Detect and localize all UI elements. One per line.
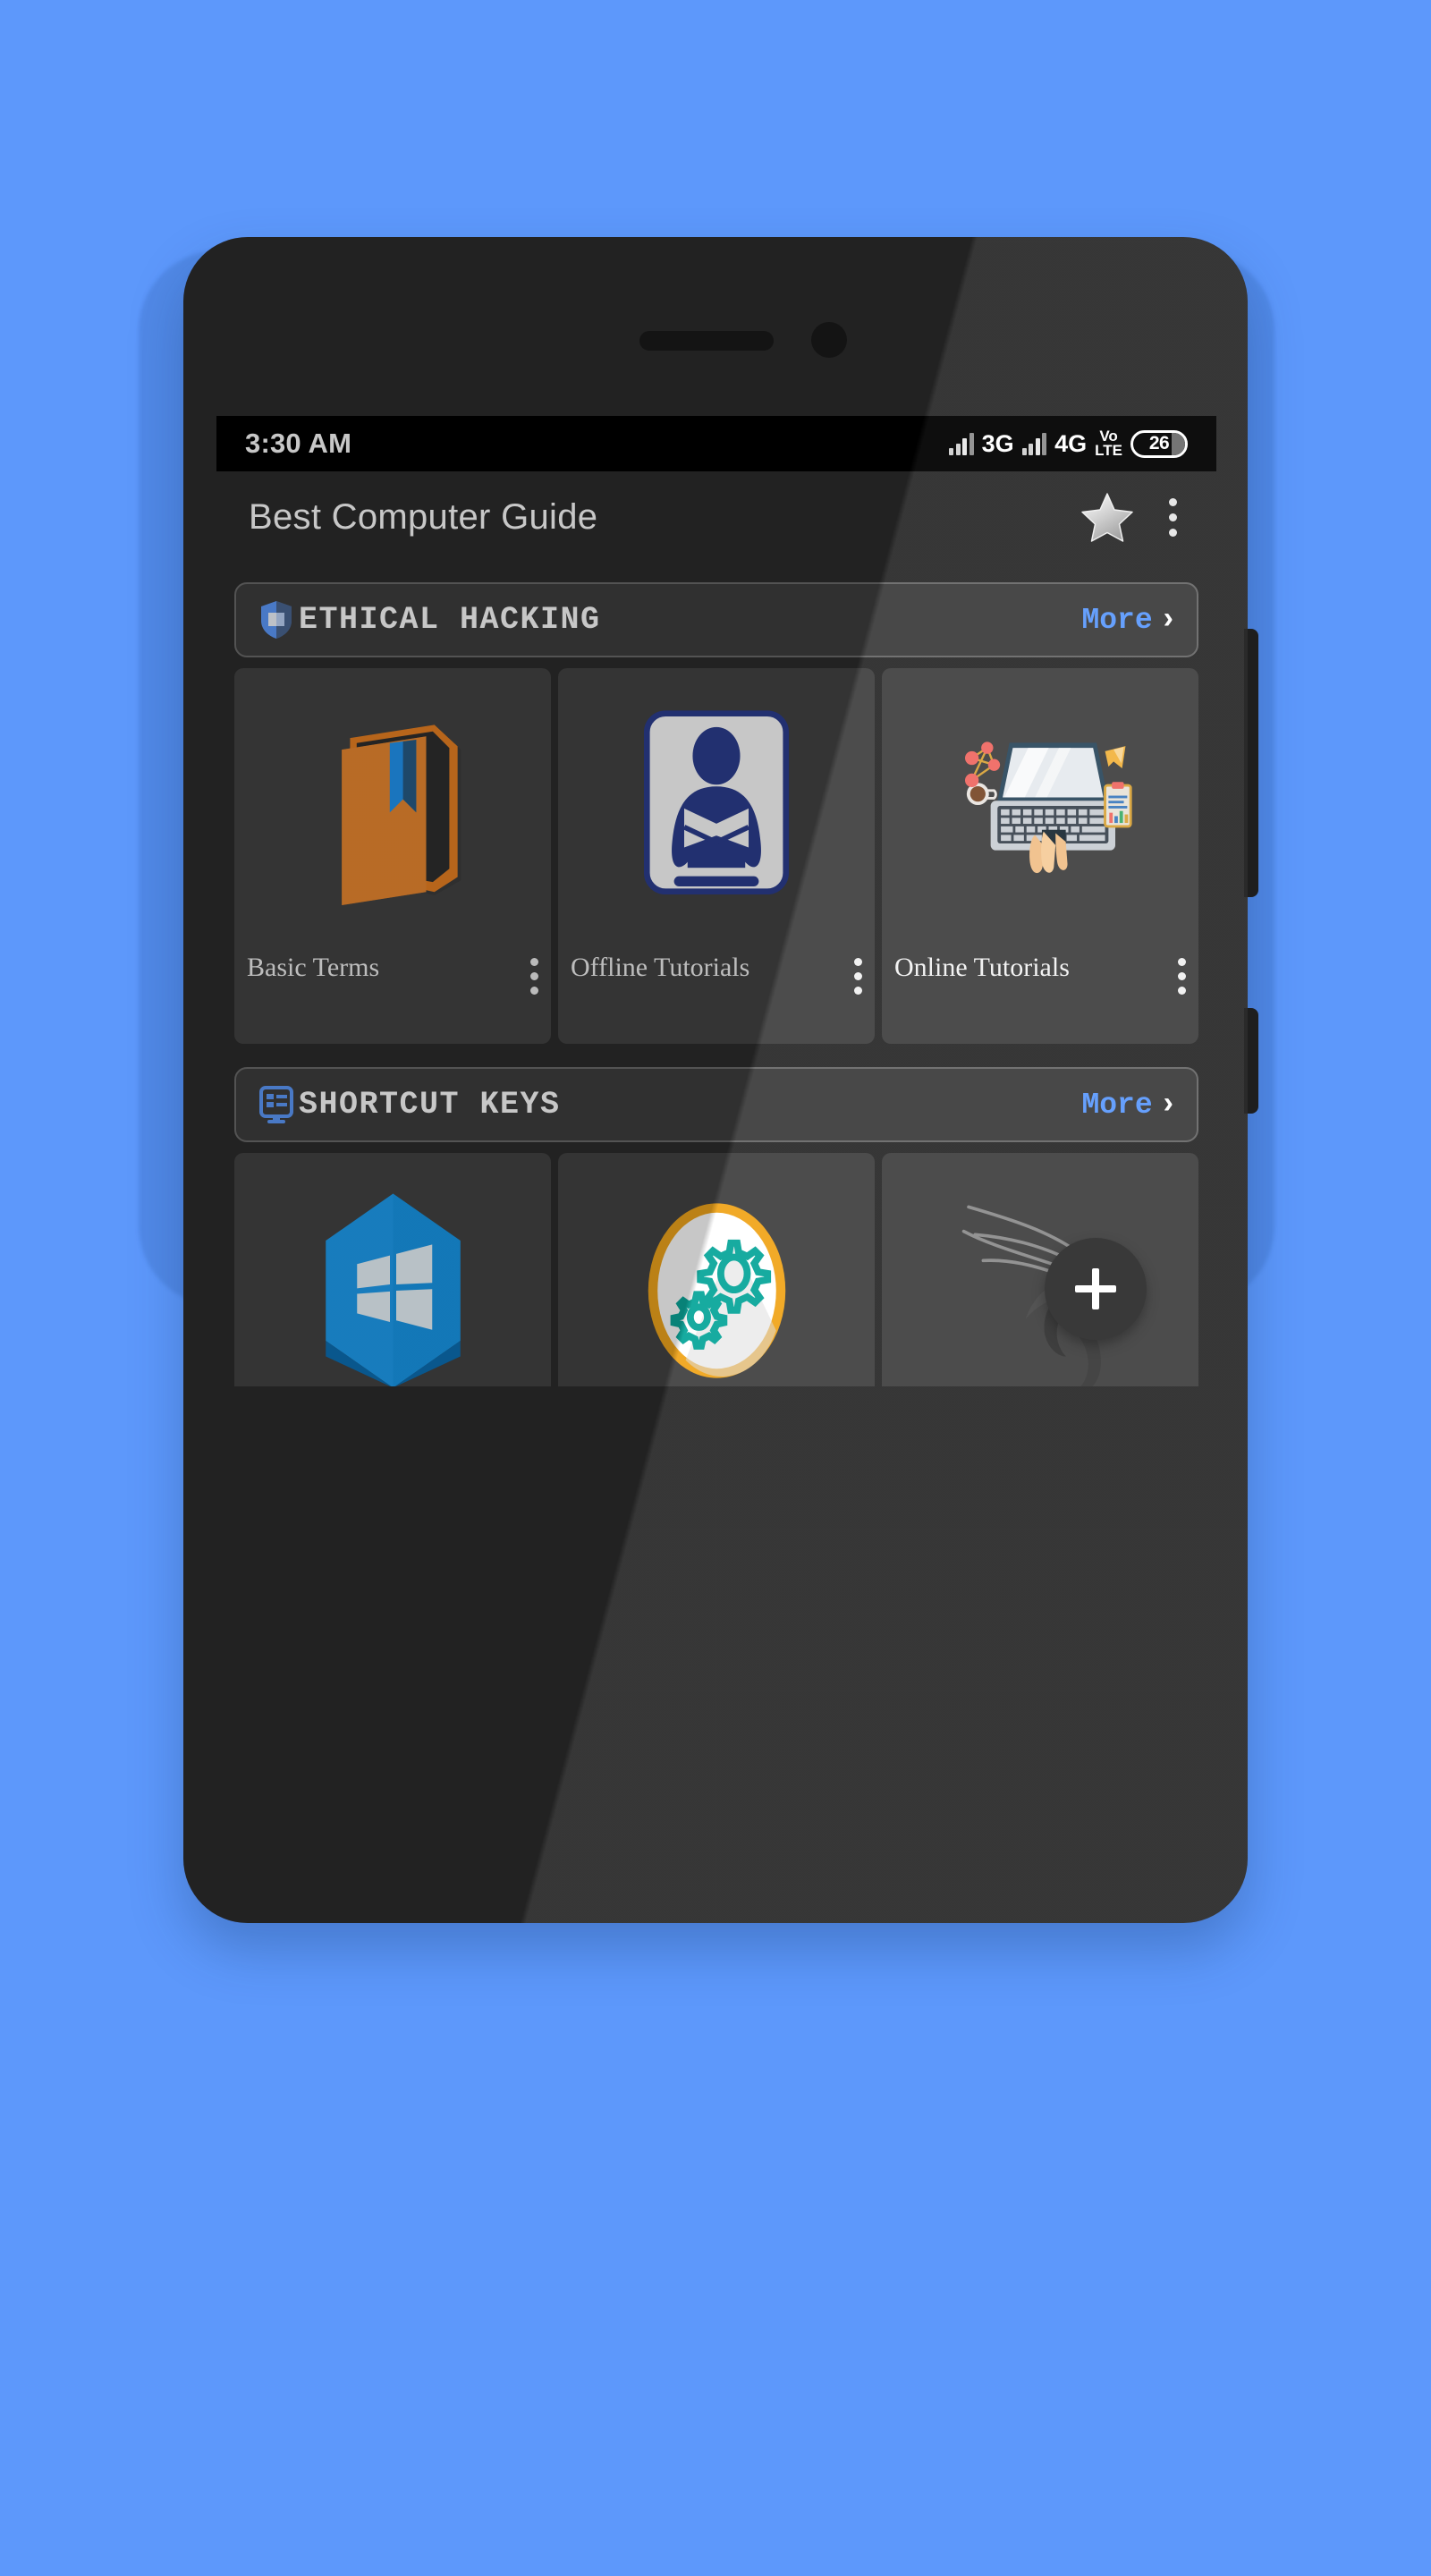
star-icon[interactable] — [1080, 491, 1134, 543]
card-overflow-icon[interactable] — [1178, 953, 1186, 995]
more-link-shortcut-keys[interactable]: More › — [1081, 1086, 1173, 1122]
card-label: Offline Tutorials — [571, 953, 750, 982]
card-overflow-icon[interactable] — [530, 953, 538, 995]
gears-circle-icon — [558, 1153, 875, 1386]
card-label: Basic Terms — [247, 953, 380, 982]
chevron-right-icon: › — [1163, 601, 1173, 635]
phone-screen: 3:30 AM 3G 4G Vo LTE 26 Best Computer Gu… — [216, 416, 1216, 1386]
laptop-workspace-icon — [882, 668, 1198, 936]
screenshot-root: 3:30 AM 3G 4G Vo LTE 26 Best Computer Gu… — [0, 0, 1431, 2576]
power-button[interactable] — [1244, 1008, 1258, 1114]
page-title: Best Computer Guide — [249, 496, 598, 537]
app-bar: Best Computer Guide — [216, 471, 1216, 563]
battery-fill — [1171, 432, 1185, 455]
volume-rocker-button[interactable] — [1244, 629, 1258, 897]
battery-level: 26 — [1148, 433, 1170, 453]
more-label: More — [1081, 603, 1153, 637]
volte-icon: Vo LTE — [1095, 428, 1122, 459]
section-header-ethical-hacking[interactable]: ETHICAL HACKING More › — [234, 582, 1198, 657]
signal-bars-3g-icon — [949, 432, 974, 455]
card-linux[interactable]: Linux — [882, 1153, 1198, 1386]
add-fab-button[interactable] — [1045, 1238, 1147, 1340]
card-windows-default[interactable]: Windows(Default) — [234, 1153, 551, 1386]
card-footer: Online Tutorials — [882, 944, 1198, 1044]
status-bar: 3:30 AM 3G 4G Vo LTE 26 — [216, 416, 1216, 471]
person-reading-icon — [558, 668, 875, 936]
kali-dragon-icon — [882, 1153, 1198, 1386]
more-label: More — [1081, 1088, 1153, 1122]
front-camera-icon — [811, 322, 847, 358]
card-label: Online Tutorials — [894, 953, 1070, 982]
card-footer: Offline Tutorials — [558, 944, 875, 1044]
windows-hexagon-icon — [234, 1153, 551, 1386]
card-online-tutorials[interactable]: Online Tutorials — [882, 668, 1198, 1044]
section-title: SHORTCUT KEYS — [299, 1087, 561, 1123]
section-header-shortcut-keys[interactable]: SHORTCUT KEYS More › — [234, 1067, 1198, 1142]
speaker-grille — [639, 331, 774, 351]
keyboard-list-icon — [256, 1084, 297, 1125]
phone-device: 3:30 AM 3G 4G Vo LTE 26 Best Computer Gu… — [183, 237, 1258, 1923]
plus-icon-vertical — [1092, 1268, 1099, 1309]
battery-icon: 26 — [1130, 429, 1188, 458]
more-vert-icon[interactable] — [1168, 497, 1177, 537]
card-overflow-icon[interactable] — [854, 953, 862, 995]
card-row-ethical-hacking: Basic Terms Offline Tutorials Online Tut… — [234, 668, 1198, 1044]
card-offline-tutorials[interactable]: Offline Tutorials — [558, 668, 875, 1044]
section-title: ETHICAL HACKING — [299, 602, 601, 638]
card-basic-terms[interactable]: Basic Terms — [234, 668, 551, 1044]
status-indicators: 3G 4G Vo LTE 26 — [949, 428, 1188, 459]
shield-icon — [256, 599, 297, 640]
orange-book-icon — [234, 668, 551, 936]
network-label-4g: 4G — [1054, 429, 1088, 457]
more-link-ethical-hacking[interactable]: More › — [1081, 601, 1173, 637]
chevron-right-icon: › — [1163, 1086, 1173, 1120]
volte-bottom-text: LTE — [1095, 442, 1122, 459]
card-footer: Basic Terms — [234, 944, 551, 1044]
status-time: 3:30 AM — [245, 428, 352, 459]
signal-bars-4g-icon — [1021, 432, 1047, 455]
card-windows[interactable]: Windows — [558, 1153, 875, 1386]
network-label-3g: 3G — [981, 429, 1014, 457]
